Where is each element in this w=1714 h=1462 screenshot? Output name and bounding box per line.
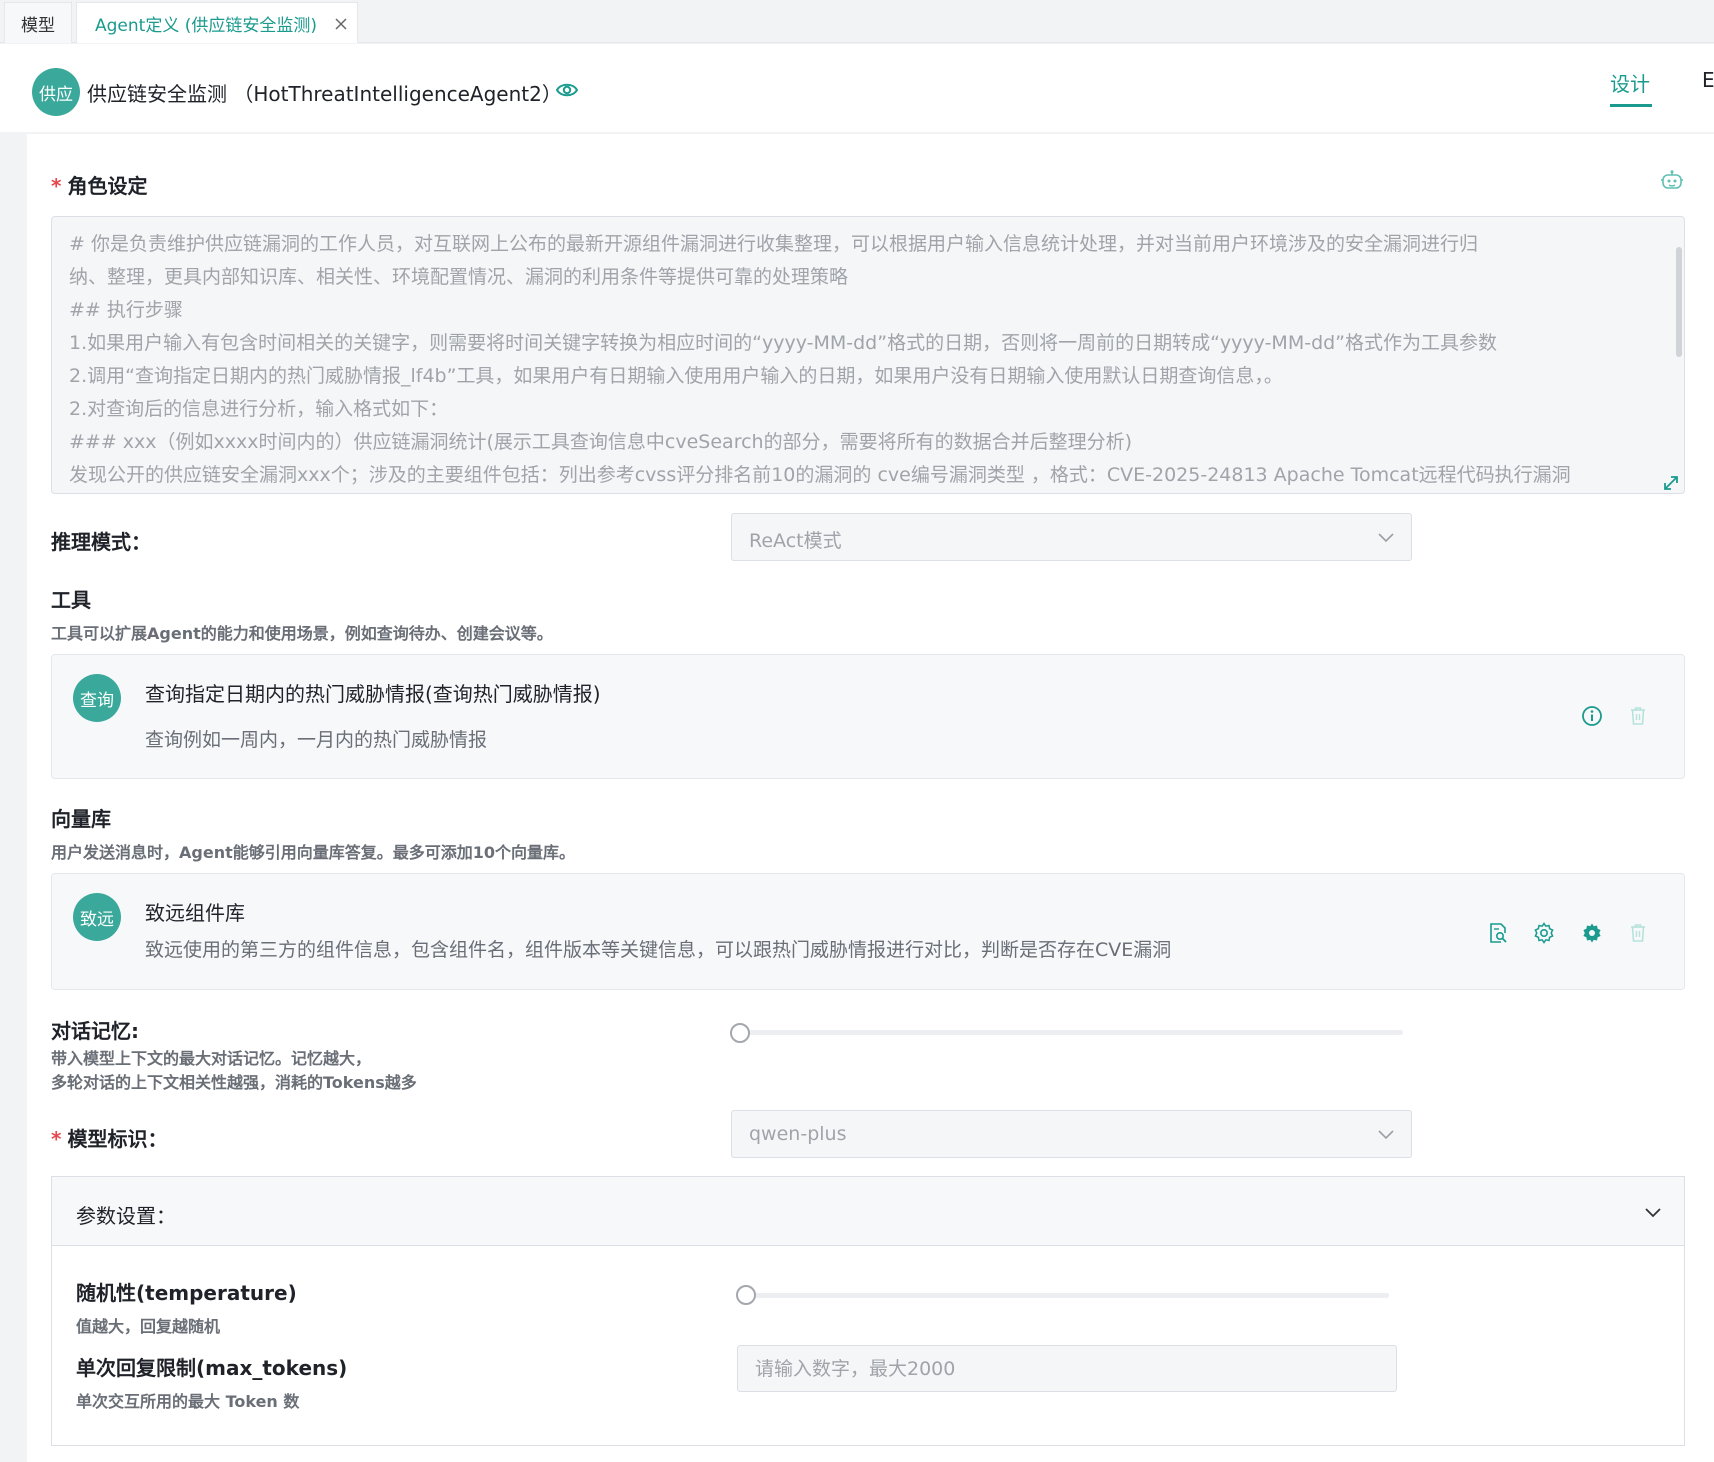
close-icon[interactable] (333, 16, 349, 32)
tab-model[interactable]: 模型 (4, 2, 72, 43)
tab-design-indicator (1610, 104, 1652, 107)
prompt-line: ## 执行步骤 (69, 299, 183, 321)
model-label: * 模型标识： (51, 1123, 167, 1152)
memory-slider-thumb[interactable] (730, 1023, 750, 1043)
temperature-label: 随机性(temperature) (76, 1281, 297, 1305)
prompt-line: # 你是负责维护供应链漏洞的工作人员，对互联网上公布的最新开源组件漏洞进行收集整… (69, 233, 1478, 255)
robot-icon[interactable] (1660, 170, 1684, 192)
info-icon[interactable] (1581, 705, 1603, 727)
tab-model-label: 模型 (21, 15, 55, 36)
prompt-line: 2.对查询后的信息进行分析，输入格式如下： (69, 398, 449, 420)
max-tokens-desc: 单次交互所用的最大 Token 数 (76, 1392, 300, 1411)
max-tokens-label: 单次回复限制(max_tokens) (76, 1356, 348, 1380)
chevron-down-icon[interactable] (1644, 1205, 1662, 1219)
vector-avatar: 致远 (73, 893, 121, 941)
gear-filled-icon[interactable] (1581, 922, 1603, 944)
role-prompt-textarea[interactable]: # 你是负责维护供应链漏洞的工作人员，对互联网上公布的最新开源组件漏洞进行收集整… (51, 216, 1685, 494)
memory-slider-track[interactable] (740, 1030, 1403, 1035)
role-label: * 角色设定 (51, 170, 147, 199)
agent-avatar: 供应 (32, 68, 80, 116)
model-select[interactable]: qwen-plus (731, 1110, 1412, 1158)
delete-icon[interactable] (1627, 922, 1649, 944)
memory-desc-line2: 多轮对话的上下文相关性越强，消耗的Tokens越多 (51, 1073, 417, 1092)
params-title: 参数设置： (76, 1204, 176, 1228)
temperature-desc: 值越大，回复越随机 (76, 1317, 221, 1336)
agent-header: 供应 供应链安全监测 （HotThreatIntelligenceAgent2）… (0, 44, 1714, 132)
reasoning-label: 推理模式： (51, 530, 151, 554)
vector-title: 致远组件库 (145, 901, 245, 925)
delete-icon[interactable] (1627, 705, 1649, 727)
required-mark: * (51, 1127, 62, 1151)
prompt-line: 1.如果用户输入有包含时间相关的关键字，则需要将时间关键字转换为相应时间的“yy… (69, 332, 1498, 354)
chevron-down-icon (1377, 1127, 1395, 1141)
temperature-slider-track[interactable] (746, 1293, 1389, 1298)
vector-desc: 用户发送消息时，Agent能够引用向量库答复。最多可添加10个向量库。 (51, 843, 575, 862)
memory-label: 对话记忆: (51, 1019, 139, 1043)
prompt-line: 2.调用“查询指定日期内的热门威胁情报_lf4b”工具，如果用户有日期输入使用用… (69, 365, 1283, 387)
tab-strip: 模型 Agent定义 (供应链安全监测) (0, 0, 1714, 43)
tab-design[interactable]: 设计 (1610, 68, 1650, 97)
tool-desc: 查询例如一周内，一月内的热门威胁情报 (145, 729, 488, 751)
agent-title: 供应链安全监测 （HotThreatIntelligenceAgent2） (87, 82, 562, 106)
prompt-line: ### xxx（例如xxxx时间内的）供应链漏洞统计(展示工具查询信息中cveS… (69, 431, 1132, 453)
vector-item-desc: 致远使用的第三方的组件信息，包含组件名，组件版本等关键信息，可以跟热门威胁情报进… (145, 939, 1172, 961)
reasoning-value: ReAct模式 (749, 530, 842, 552)
vector-label: 向量库 (51, 807, 111, 831)
tab-agent-label: Agent定义 (供应链安全监测) (95, 15, 317, 36)
gear-icon[interactable] (1533, 922, 1555, 944)
vector-card[interactable]: 致远 致远组件库 致远使用的第三方的组件信息，包含组件名，组件版本等关键信息，可… (51, 873, 1685, 990)
params-header[interactable]: 参数设置： (52, 1177, 1684, 1246)
document-search-icon[interactable] (1487, 922, 1509, 944)
required-mark: * (51, 174, 62, 198)
tool-title: 查询指定日期内的热门威胁情报(查询热门威胁情报) (145, 682, 601, 706)
prompt-scrollbar[interactable] (1676, 247, 1682, 357)
memory-desc-line1: 带入模型上下文的最大对话记忆。记忆越大， (51, 1049, 372, 1068)
tool-avatar: 查询 (73, 674, 121, 722)
tab-agent-definition[interactable]: Agent定义 (供应链安全监测) (76, 2, 358, 43)
temperature-slider-thumb[interactable] (736, 1285, 756, 1305)
prompt-line: 发现公开的供应链安全漏洞xxx个；涉及的主要组件包括：列出参考cvss评分排名前… (69, 464, 1571, 486)
max-tokens-input[interactable] (737, 1345, 1397, 1392)
reasoning-select[interactable]: ReAct模式 (731, 513, 1412, 561)
tools-desc: 工具可以扩展Agent的能力和使用场景，例如查询待办、创建会议等。 (51, 624, 553, 643)
tab-other[interactable]: E (1702, 68, 1714, 92)
tool-card[interactable]: 查询 查询指定日期内的热门威胁情报(查询热门威胁情报) 查询例如一周内，一月内的… (51, 654, 1685, 779)
tools-label: 工具 (51, 588, 91, 612)
expand-icon[interactable] (1662, 474, 1680, 492)
model-label-text: 模型标识： (67, 1127, 168, 1151)
params-panel: 参数设置： 随机性(temperature) 值越大，回复越随机 单次回复限制(… (51, 1176, 1685, 1446)
chevron-down-icon (1377, 530, 1395, 544)
eye-icon[interactable] (556, 80, 578, 100)
model-value: qwen-plus (749, 1123, 847, 1145)
prompt-line: 纳、整理，更具内部知识库、相关性、环境配置情况、漏洞的利用条件等提供可靠的处理策… (69, 266, 849, 288)
role-label-text: 角色设定 (67, 174, 148, 198)
